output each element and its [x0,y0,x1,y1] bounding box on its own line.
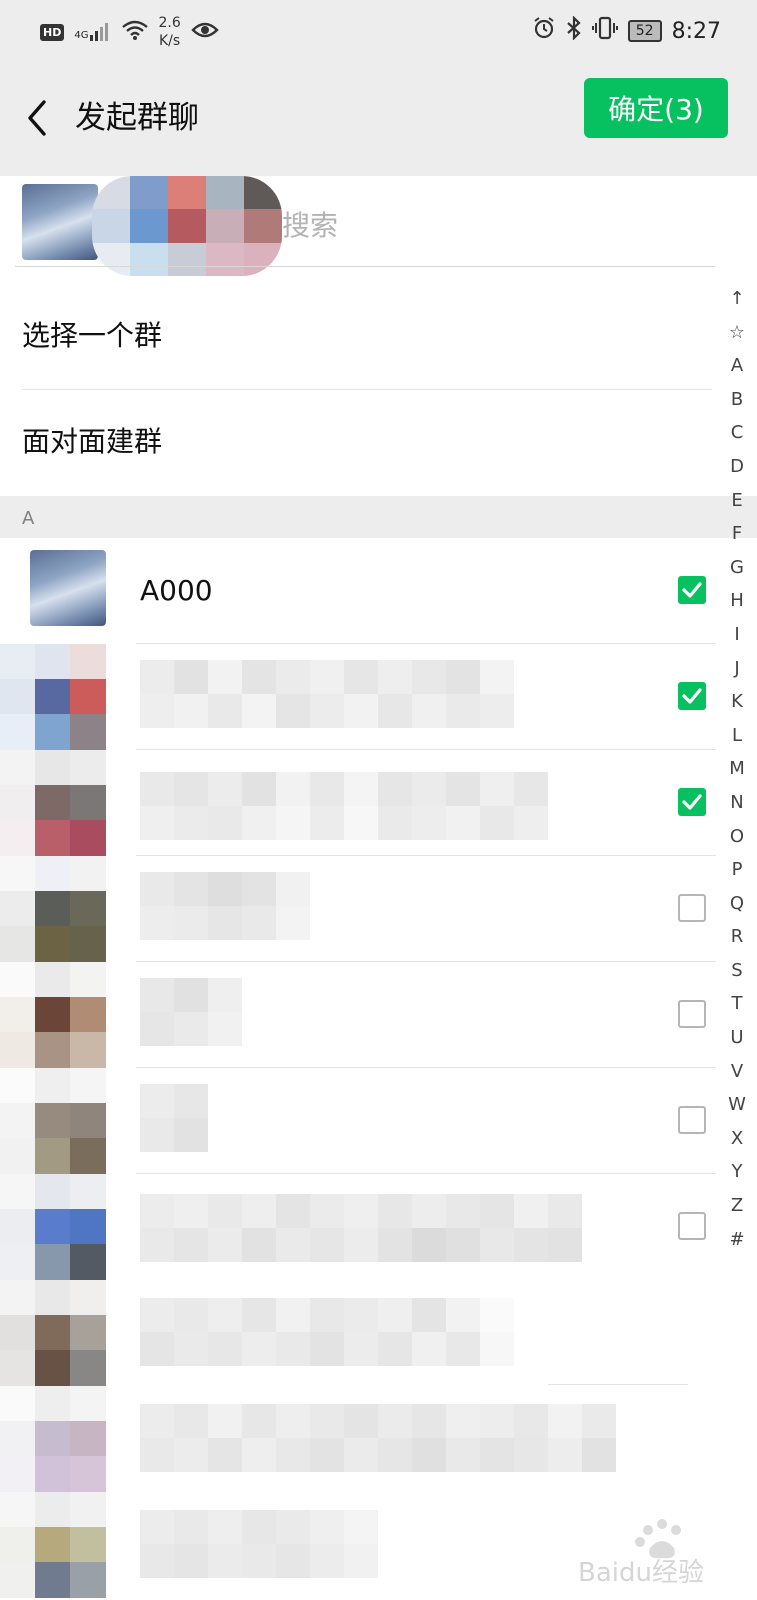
alphabet-index-letter[interactable]: V [718,1055,756,1089]
avatar-pixelated [0,1280,106,1386]
alphabet-index-letter[interactable]: C [718,416,756,450]
alphabet-index-letter[interactable]: L [718,719,756,753]
contact-name-pixelated [140,772,548,840]
alphabet-index-letter[interactable]: O [718,820,756,854]
hd-icon: HD [40,23,65,41]
vibrate-icon [591,16,618,46]
alphabet-index-letter[interactable]: J [718,652,756,686]
clock-time: 8:27 [671,18,721,44]
confirm-button[interactable]: 确定(3) [584,78,728,138]
contact-row[interactable] [0,962,716,1068]
alphabet-index-letter[interactable]: ↑ [718,282,756,316]
signal-icon: 4G [74,23,112,41]
section-header-a: A [0,496,757,538]
alphabet-index-letter[interactable]: U [718,1021,756,1055]
battery-icon: 52 [627,20,662,42]
face-to-face-group-item[interactable]: 面对面建群 [0,390,715,496]
avatar-pixelated [0,856,106,962]
avatar-pixelated [0,644,106,750]
contact-name-pixelated [140,1298,514,1366]
alphabet-index-letter[interactable]: Q [718,887,756,921]
checkbox-unchecked[interactable] [678,894,706,922]
contact-name-pixelated [140,660,514,728]
contact-name-pixelated [140,978,242,1046]
alarm-icon [532,16,556,46]
contact-name: A000 [140,574,213,607]
selected-avatars-blurred[interactable] [92,176,282,276]
section-letter: A [22,508,35,529]
network-speed: 2.6 K/s [158,15,181,49]
nav-bar: 发起群聊 确定(3) [0,64,757,176]
search-input[interactable]: 搜索 [282,204,338,244]
checkbox-checked[interactable] [678,576,706,604]
contact-name-pixelated [140,872,310,940]
alphabet-index-letter[interactable]: A [718,349,756,383]
avatar-pixelated [0,1386,106,1492]
alphabet-index-letter[interactable]: W [718,1088,756,1122]
contact-name-pixelated [140,1404,616,1472]
select-group-item[interactable]: 选择一个群 [0,284,715,390]
avatar-pixelated [0,750,106,856]
contact-name-pixelated [140,1194,582,1262]
alphabet-index-letter[interactable]: Y [718,1155,756,1189]
alphabet-index-letter[interactable]: E [718,484,756,518]
avatar-pixelated [0,1492,106,1598]
checkbox-checked[interactable] [678,788,706,816]
alphabet-index-letter[interactable]: K [718,685,756,719]
alphabet-index-letter[interactable]: I [718,618,756,652]
alphabet-index-letter[interactable]: T [718,987,756,1021]
alphabet-index-letter[interactable]: F [718,517,756,551]
alphabet-index-letter[interactable]: H [718,584,756,618]
alphabet-index-letter[interactable]: D [718,450,756,484]
avatar [30,550,106,626]
divider [548,1384,688,1385]
alphabet-index-letter[interactable]: M [718,752,756,786]
contact-row[interactable] [0,1068,716,1174]
alphabet-index-letter[interactable]: S [718,954,756,988]
page-title: 发起群聊 [75,100,199,136]
eye-icon [191,20,219,44]
wifi-icon [122,20,149,44]
checkbox-unchecked[interactable] [678,1106,706,1134]
contact-name-pixelated [140,1084,208,1152]
contact-name-pixelated [140,1510,378,1578]
alphabet-index-letter[interactable]: P [718,853,756,887]
bluetooth-icon [566,15,582,46]
alphabet-index-letter[interactable]: G [718,551,756,585]
select-group-label: 选择一个群 [22,319,163,352]
back-icon[interactable] [24,94,64,142]
contact-row[interactable] [0,750,716,856]
alphabet-index-letter[interactable]: # [718,1223,756,1257]
alphabet-index-letter[interactable]: X [718,1122,756,1156]
alphabet-index-letter[interactable]: N [718,786,756,820]
contact-row[interactable] [0,1174,715,1280]
alphabet-index-letter[interactable]: Z [718,1189,756,1223]
checkbox-unchecked[interactable] [678,1000,706,1028]
status-bar: HD 4G 2.6 K/s 52 8:27 [0,0,757,64]
baidu-watermark: Baidu经验 [578,1508,748,1588]
selected-avatar[interactable] [22,184,98,260]
search-bar[interactable]: 搜索 [0,176,757,276]
alphabet-index-letter[interactable]: B [718,383,756,417]
face-to-face-label: 面对面建群 [22,425,163,458]
alphabet-index-letter[interactable]: R [718,920,756,954]
avatar-pixelated [0,1174,106,1280]
avatar-pixelated [0,1068,106,1174]
alphabet-index[interactable]: ↑ ☆ A B C D E F G H I J K L M N O P Q R S T U V W X Y Z # [718,282,756,1256]
contact-row[interactable]: A000 [0,538,716,644]
contact-row[interactable] [0,856,716,962]
checkbox-checked[interactable] [678,682,706,710]
search-divider [15,266,715,267]
checkbox-unchecked[interactable] [678,1212,706,1240]
alphabet-index-letter[interactable]: ☆ [718,316,756,350]
avatar-pixelated [0,962,106,1068]
contact-row[interactable] [0,644,716,750]
